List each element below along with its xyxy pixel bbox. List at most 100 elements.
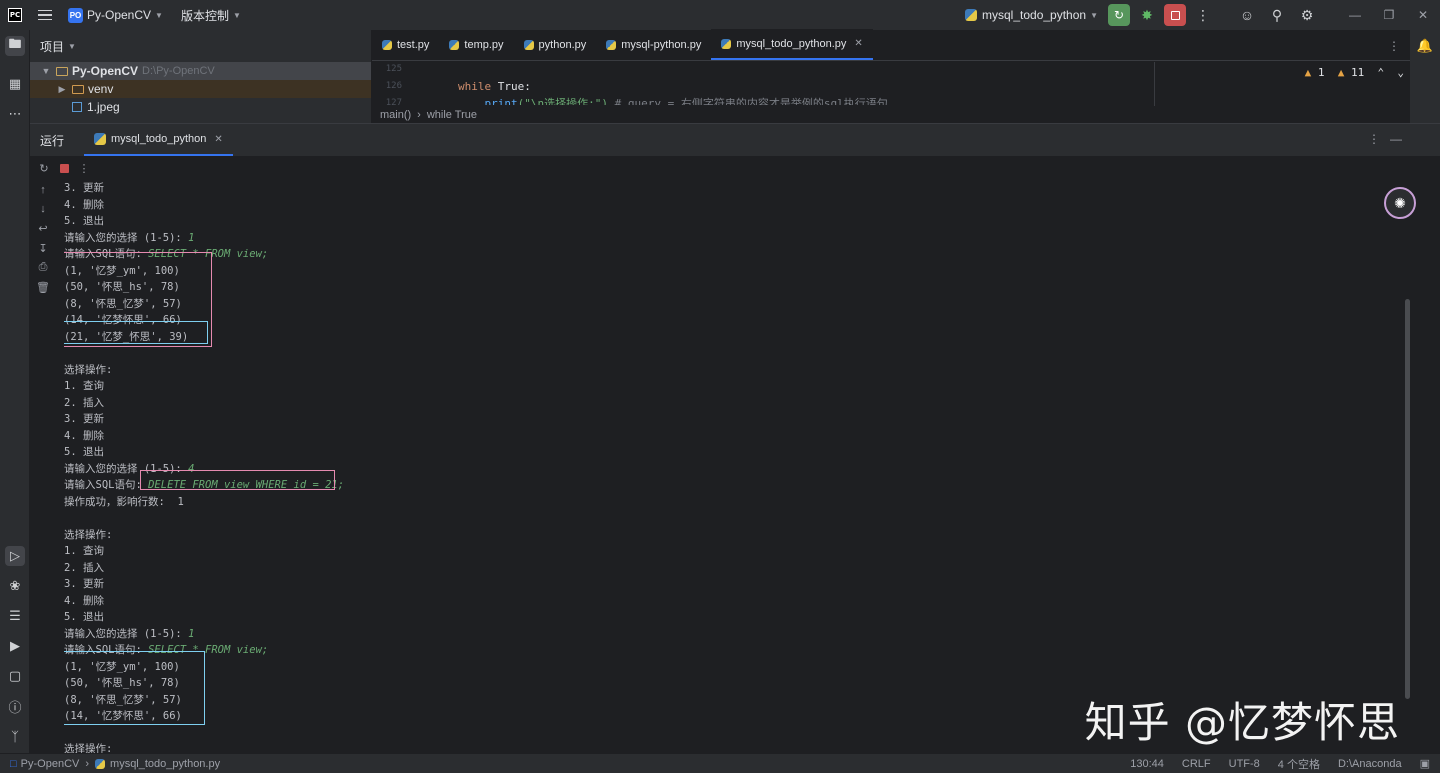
git-branch-icon[interactable]: ᛉ xyxy=(5,726,25,746)
project-folder-icon[interactable]: 🖿 xyxy=(5,36,25,56)
soft-wrap-icon[interactable]: ↩ xyxy=(30,219,56,239)
pycharm-logo-icon: PC xyxy=(8,8,22,22)
console-scrollbar[interactable] xyxy=(1405,299,1410,699)
tab-label: python.py xyxy=(538,38,587,51)
tab-mysql-python-py[interactable]: mysql-python.py xyxy=(596,29,711,60)
console-text: 选择操作: xyxy=(64,528,113,541)
lock-icon[interactable]: ▣ xyxy=(1420,757,1430,770)
vcs-menu[interactable]: 版本控制 ▼ xyxy=(177,7,241,24)
tab-temp-py[interactable]: temp.py xyxy=(439,29,513,60)
structure-icon[interactable]: ▦ xyxy=(5,74,25,94)
interpreter[interactable]: D:\Anaconda xyxy=(1338,758,1402,770)
run-tab[interactable]: mysql_todo_python ✕ xyxy=(84,124,233,156)
project-square-icon: □ xyxy=(10,757,17,770)
console-line: 3. 更新 xyxy=(64,576,1404,593)
status-file[interactable]: mysql_todo_python.py xyxy=(110,758,220,770)
more-vertical-icon[interactable]: ⋮ xyxy=(1190,2,1216,28)
breadcrumb-item[interactable]: while True xyxy=(427,109,477,121)
console-line: (14, '忆梦怀思', 66) xyxy=(64,312,1404,329)
stop-icon xyxy=(1170,10,1180,20)
notifications-bell-icon[interactable]: 🔔 xyxy=(1415,36,1435,56)
python-file-icon xyxy=(721,38,732,49)
console-line: 3. 更新 xyxy=(64,411,1404,428)
chevron-right-icon: › xyxy=(417,109,421,121)
main-menu-icon[interactable] xyxy=(38,9,52,21)
more-vertical-icon[interactable]: ⋮ xyxy=(74,158,94,178)
line-number: 125 xyxy=(385,64,402,74)
console-line: (8, '怀思_忆梦', 57) xyxy=(64,296,1404,313)
tree-item-jpeg[interactable]: 1.jpeg xyxy=(30,98,371,116)
breadcrumb-item[interactable]: main() xyxy=(380,109,411,121)
chevron-down-icon: ▼ xyxy=(1090,10,1098,20)
add-user-icon[interactable]: ☺ xyxy=(1234,2,1260,28)
tab-label: temp.py xyxy=(464,38,504,51)
image-file-icon xyxy=(72,102,82,112)
debug-bug-icon[interactable]: ✸ xyxy=(1134,2,1160,28)
console-line: 请输入SQL语句: SELECT * FROM view; xyxy=(64,642,1404,659)
python-file-icon xyxy=(523,39,534,50)
console-text: 请输入您的选择 (1-5): xyxy=(64,627,189,640)
file-encoding[interactable]: UTF-8 xyxy=(1229,758,1260,770)
restore-button[interactable]: ❐ xyxy=(1372,8,1406,22)
stop-icon xyxy=(59,163,69,173)
more-horizontal-icon[interactable]: ⋯ xyxy=(5,104,25,124)
chevron-down-icon: ▼ xyxy=(232,10,241,20)
chevron-right-icon: ▶ xyxy=(58,83,66,94)
tree-item-venv[interactable]: ▶ venv xyxy=(30,80,371,98)
tree-root[interactable]: ▼ Py-OpenCV D:\Py-OpenCV xyxy=(30,62,371,80)
line-separator[interactable]: CRLF xyxy=(1182,758,1211,770)
more-vertical-icon[interactable]: ⋮ xyxy=(1388,39,1400,53)
arrow-down-icon[interactable]: ↓ xyxy=(30,200,56,220)
layers-icon[interactable]: ☰ xyxy=(5,606,25,626)
code-area[interactable]: 125 126 127 while True: print("\n选择操作:")… xyxy=(372,61,1440,105)
arrow-up-icon[interactable]: ↑ xyxy=(30,180,56,200)
ai-assistant-avatar[interactable]: ✺ xyxy=(1384,187,1416,219)
rerun-icon[interactable]: ↻ xyxy=(34,158,54,178)
print-icon[interactable]: ⎙ xyxy=(30,258,56,278)
stop-button[interactable] xyxy=(54,158,74,178)
tab-test-py[interactable]: test.py xyxy=(372,29,439,60)
keyword: while xyxy=(458,80,492,93)
chevron-down-icon[interactable]: ⌄ xyxy=(1397,66,1404,79)
minimize-button[interactable]: — xyxy=(1338,8,1372,22)
minimize-panel-icon[interactable]: — xyxy=(1390,132,1402,146)
console-line: 请输入SQL语句: SELECT * FROM view; xyxy=(64,246,1404,263)
python-console-icon[interactable]: ❀ xyxy=(5,576,25,596)
close-icon[interactable]: ✕ xyxy=(214,134,222,145)
console-user-input: 1 xyxy=(188,231,195,244)
tab-mysql-todo-python-py[interactable]: mysql_todo_python.py ✕ xyxy=(711,29,873,60)
project-switcher[interactable]: Py-OpenCV xyxy=(87,8,151,22)
trash-icon[interactable]: 🗑 xyxy=(30,278,56,298)
project-panel-header[interactable]: 项目 ▼ xyxy=(30,30,371,62)
run-tool-icon[interactable]: ▷ xyxy=(5,546,25,566)
close-window-button[interactable]: ✕ xyxy=(1406,8,1440,22)
more-vertical-icon[interactable]: ⋮ xyxy=(1368,132,1380,146)
terminal-icon[interactable]: ▢ xyxy=(5,666,25,686)
close-icon[interactable]: ✕ xyxy=(854,38,862,49)
console-text: 4. 删除 xyxy=(64,594,104,607)
console-text: 3. 更新 xyxy=(64,578,104,590)
console-line: 4. 删除 xyxy=(64,197,1404,214)
problems-icon[interactable]: ⓘ xyxy=(5,696,25,716)
tab-python-py[interactable]: python.py xyxy=(514,29,597,60)
status-project[interactable]: Py-OpenCV xyxy=(21,758,80,770)
run-config-selector[interactable]: mysql_todo_python ▼ xyxy=(965,8,1098,22)
rerun-button[interactable]: ↻ xyxy=(1108,4,1130,26)
console-output[interactable]: 3. 更新 4. 删除 5. 退出请输入您的选择 (1-5): 1 请输入SQL语句:… xyxy=(64,180,1404,754)
stop-button[interactable] xyxy=(1164,4,1186,26)
indent-setting[interactable]: 4 个空格 xyxy=(1278,756,1320,772)
search-icon[interactable]: ⚲ xyxy=(1264,2,1290,28)
cursor-position[interactable]: 130:44 xyxy=(1130,758,1164,770)
services-icon[interactable]: ▶ xyxy=(5,636,25,656)
console-line: 5. 退出 xyxy=(64,444,1404,461)
python-file-icon xyxy=(606,39,617,50)
project-badge: PO xyxy=(68,7,83,23)
scroll-to-end-icon[interactable]: ↧ xyxy=(30,239,56,259)
inspection-widget[interactable]: ▲ 1 ▲ 11 ⌃ ⌄ xyxy=(1305,66,1404,79)
settings-gear-icon[interactable]: ⚙ xyxy=(1294,2,1320,28)
console-line: 操作成功，影响行数: 1 xyxy=(64,494,1404,511)
chevron-up-icon[interactable]: ⌃ xyxy=(1378,66,1385,79)
console-line: (1, '忆梦_ym', 100) xyxy=(64,263,1404,280)
